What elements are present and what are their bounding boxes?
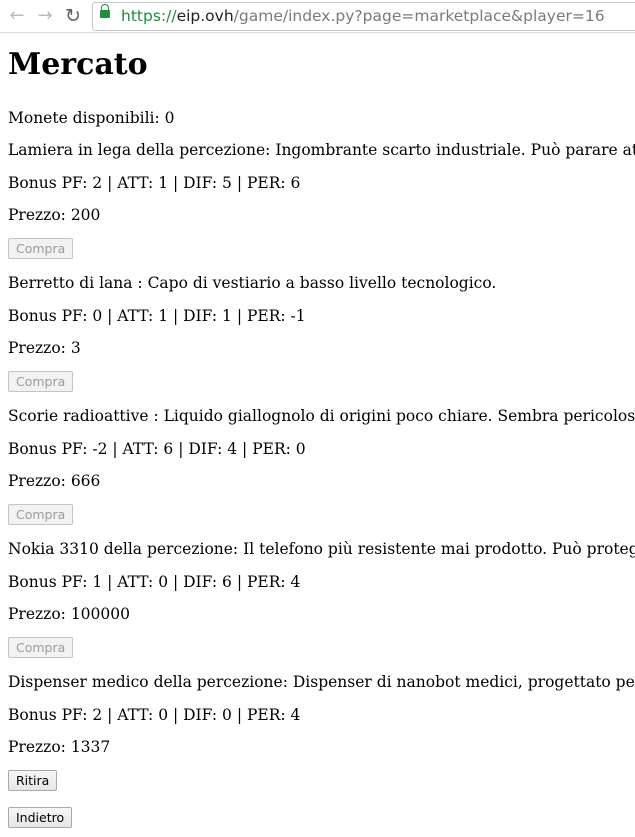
item-bonus: Bonus PF: 2 | ATT: 0 | DIF: 0 | PER: 4	[8, 706, 301, 724]
item-description: Dispenser medico della percezione: Dispe…	[8, 673, 635, 691]
browser-toolbar: ← → ↻ https://eip.ovh/game/index.py?page…	[0, 0, 635, 33]
item-price: Prezzo: 200	[8, 206, 101, 224]
url-host: eip.ovh	[176, 7, 234, 25]
buy-button[interactable]: Compra	[8, 238, 74, 259]
arrow-left-icon: ←	[9, 5, 25, 26]
item-description: Berretto di lana : Capo di vestiario a b…	[8, 274, 497, 292]
back-link-button[interactable]: Indietro	[8, 807, 73, 828]
item-description: Scorie radioattive : Liquido giallognolo…	[8, 407, 635, 425]
item-price: Prezzo: 100000	[8, 605, 130, 623]
item-description: Lamiera in lega della percezione: Ingomb…	[8, 141, 635, 159]
buy-button[interactable]: Compra	[8, 637, 74, 658]
lock-icon	[100, 4, 110, 18]
item-bonus: Bonus PF: -2 | ATT: 6 | DIF: 4 | PER: 0	[8, 440, 306, 458]
item-price: Prezzo: 1337	[8, 738, 111, 756]
arrow-right-icon: →	[37, 5, 53, 26]
page-title: Mercato	[8, 47, 148, 82]
coins-text: Monete disponibili: 0	[8, 109, 175, 127]
address-bar[interactable]: https://eip.ovh/game/index.py?page=marke…	[92, 2, 635, 31]
url-text: https://eip.ovh/game/index.py?page=marke…	[121, 7, 605, 25]
item-bonus: Bonus PF: 1 | ATT: 0 | DIF: 6 | PER: 4	[8, 573, 301, 591]
item-description: Nokia 3310 della percezione: Il telefono…	[8, 540, 635, 558]
forward-button[interactable]: →	[32, 3, 58, 29]
back-button[interactable]: ←	[4, 3, 30, 29]
buy-button[interactable]: Compra	[8, 371, 74, 392]
item-bonus: Bonus PF: 0 | ATT: 1 | DIF: 1 | PER: -1	[8, 307, 306, 325]
url-path: /game/index.py?page=marketplace&player=1…	[233, 7, 605, 25]
reload-icon: ↻	[65, 5, 81, 27]
page-content: Mercato Monete disponibili: 0 Lamiera in…	[0, 33, 635, 837]
item-price: Prezzo: 666	[8, 472, 101, 490]
url-scheme: https://	[121, 7, 177, 25]
withdraw-button[interactable]: Ritira	[8, 770, 58, 791]
item-bonus: Bonus PF: 2 | ATT: 1 | DIF: 5 | PER: 6	[8, 174, 301, 192]
item-price: Prezzo: 3	[8, 339, 81, 357]
buy-button[interactable]: Compra	[8, 504, 74, 525]
reload-button[interactable]: ↻	[60, 3, 86, 29]
